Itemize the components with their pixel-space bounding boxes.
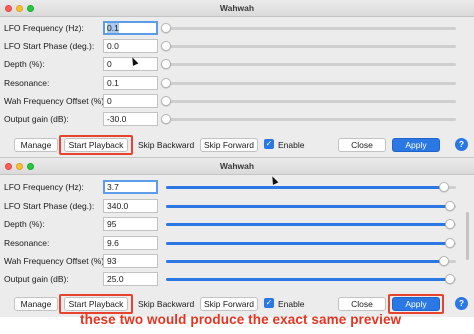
lfo-frequency-input[interactable]: 3.7 [103,180,158,194]
slider-knob[interactable] [161,23,171,33]
lfo-frequency-slider[interactable] [166,182,456,192]
highlight-box [388,294,444,314]
resonance-slider[interactable] [161,78,456,88]
window-title: Wahwah [219,3,255,13]
help-icon[interactable]: ? [455,138,468,151]
skip-backward-button[interactable]: Skip Backward [138,140,194,150]
apply-button[interactable]: Apply [392,138,440,152]
param-row-depth: Depth (%): 0 [0,56,474,74]
param-row-lfo-frequency: LFO Frequency (Hz): 3.7 [0,179,474,197]
wahwah-window-bottom: Wahwah LFO Frequency (Hz): 3.7 LFO Start… [0,157,474,317]
param-label: LFO Start Phase (deg.): [4,201,95,211]
slider-knob[interactable] [445,201,456,211]
highlight-box [59,135,133,155]
manage-button[interactable]: Manage [14,138,58,152]
lfo-frequency-slider[interactable] [161,23,456,33]
slider-knob[interactable] [161,78,171,88]
skip-forward-button[interactable]: Skip Forward [200,297,258,311]
param-row-lfo-start-phase: LFO Start Phase (deg.): 340.0 [0,198,474,216]
wah-frequency-offset-input[interactable]: 93 [103,254,158,268]
lfo-start-phase-slider[interactable] [161,41,456,51]
wahwah-window-top: Wahwah LFO Frequency (Hz): 0.1 LFO Start… [0,0,474,157]
enable-label: Enable [278,299,305,309]
depth-slider[interactable] [166,219,456,229]
manage-button[interactable]: Manage [14,297,58,311]
lfo-frequency-input[interactable]: 0.1 [103,21,158,35]
param-row-depth: Depth (%): 95 [0,216,474,234]
resonance-input[interactable]: 0.1 [103,76,158,90]
param-row-output-gain: Output gain (dB): 25.0 [0,271,474,289]
param-label: Wah Frequency Offset (%): [4,96,107,106]
title-bar[interactable]: Wahwah [0,158,474,175]
param-label: Depth (%): [4,219,45,229]
output-gain-slider[interactable] [161,114,456,124]
button-bar: Manage Start Playback Skip Backward Skip… [0,294,474,314]
param-label: LFO Frequency (Hz): [4,182,84,192]
param-label: LFO Start Phase (deg.): [4,41,95,51]
lfo-start-phase-slider[interactable] [166,201,456,211]
param-row-lfo-frequency: LFO Frequency (Hz): 0.1 [0,20,474,38]
param-label: Resonance: [4,78,50,88]
wah-frequency-offset-slider[interactable] [161,96,456,106]
slider-knob[interactable] [161,59,171,69]
help-icon[interactable]: ? [455,297,468,310]
param-row-wah-frequency-offset: Wah Frequency Offset (%): 93 [0,253,474,271]
param-label: Output gain (dB): [4,114,69,124]
resonance-slider[interactable] [166,238,456,248]
param-row-wah-frequency-offset: Wah Frequency Offset (%): 0 [0,93,474,111]
window-title: Wahwah [219,161,255,171]
slider-knob[interactable] [445,219,456,229]
slider-knob[interactable] [445,238,456,248]
depth-slider[interactable] [161,59,456,69]
param-label: LFO Frequency (Hz): [4,23,84,33]
button-bar: Manage Start Playback Skip Backward Skip… [0,135,474,155]
lfo-start-phase-input[interactable]: 0.0 [103,39,158,53]
output-gain-input[interactable]: -30.0 [103,112,158,126]
highlight-box [59,294,133,314]
slider-knob[interactable] [439,182,450,192]
param-label: Depth (%): [4,59,45,69]
skip-backward-button[interactable]: Skip Backward [138,299,194,309]
param-label: Resonance: [4,238,50,248]
slider-knob[interactable] [161,41,171,51]
param-label: Output gain (dB): [4,274,69,284]
slider-knob[interactable] [161,114,171,124]
depth-input[interactable]: 95 [103,217,158,231]
lfo-start-phase-input[interactable]: 340.0 [103,199,158,213]
vertical-scrollbar[interactable] [466,212,469,260]
enable-checkbox[interactable]: ✓ [264,298,274,308]
param-row-resonance: Resonance: 0.1 [0,75,474,93]
title-bar[interactable]: Wahwah [0,0,474,17]
param-row-resonance: Resonance: 9.6 [0,235,474,253]
slider-knob[interactable] [161,96,171,106]
close-button[interactable]: Close [338,297,386,311]
param-row-lfo-start-phase: LFO Start Phase (deg.): 0.0 [0,38,474,56]
output-gain-slider[interactable] [166,274,456,284]
enable-checkbox[interactable]: ✓ [264,139,274,149]
skip-forward-button[interactable]: Skip Forward [200,138,258,152]
annotation-caption: these two would produce the exact same p… [80,312,402,327]
close-button[interactable]: Close [338,138,386,152]
wah-frequency-offset-slider[interactable] [166,256,456,266]
enable-label: Enable [278,140,305,150]
param-label: Wah Frequency Offset (%): [4,256,107,266]
output-gain-input[interactable]: 25.0 [103,272,158,286]
param-row-output-gain: Output gain (dB): -30.0 [0,111,474,129]
slider-knob[interactable] [439,256,450,266]
wah-frequency-offset-input[interactable]: 0 [103,94,158,108]
slider-knob[interactable] [445,274,456,284]
resonance-input[interactable]: 9.6 [103,236,158,250]
